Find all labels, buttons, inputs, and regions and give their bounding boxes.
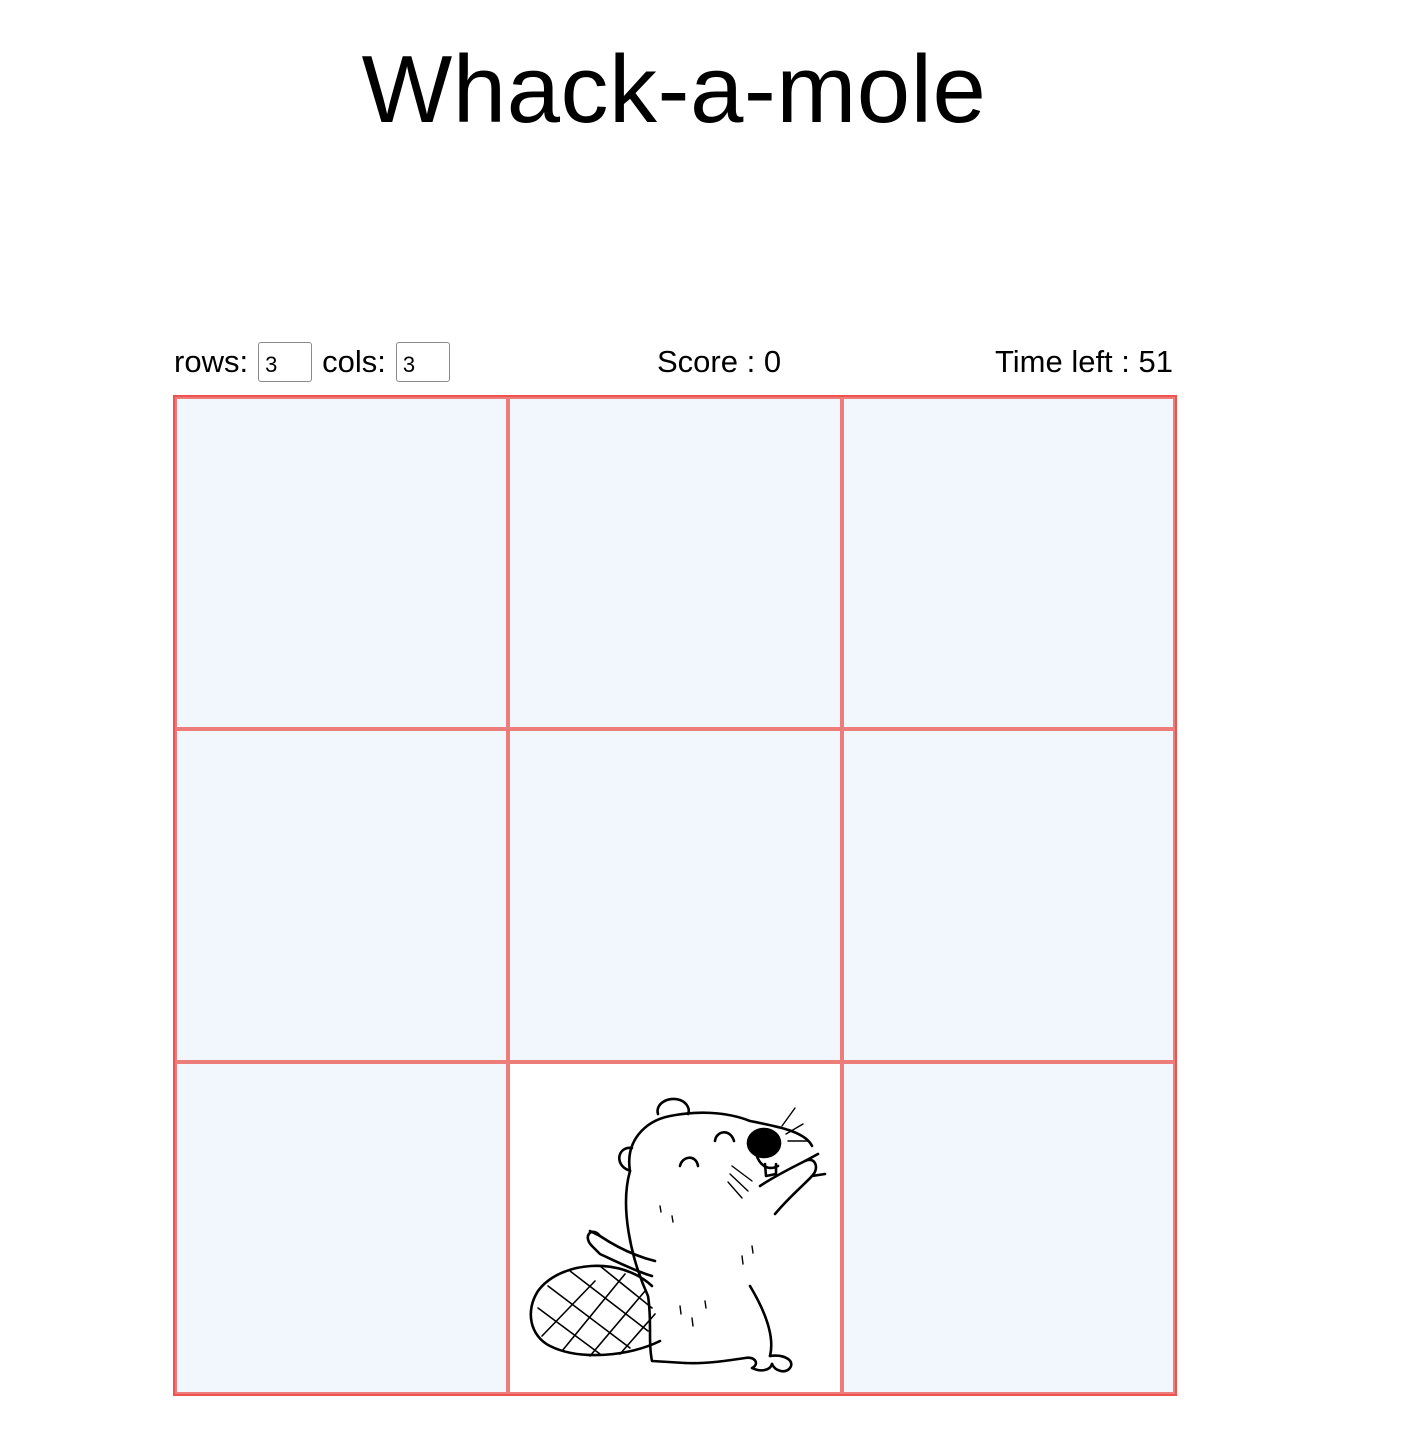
board-cell-r2-c2[interactable] [508, 729, 842, 1062]
board-cell-r2-c3[interactable] [841, 729, 1175, 1062]
beaver-icon[interactable] [520, 1086, 830, 1386]
board-cell-r1-c2[interactable] [508, 397, 842, 730]
cols-label: cols: [322, 344, 386, 379]
board-cell-r2-c1[interactable] [175, 729, 509, 1062]
rows-input[interactable] [258, 342, 313, 382]
grid-size-controls: rows: cols: [174, 338, 460, 386]
cols-input[interactable] [395, 342, 450, 382]
rows-label: rows: [174, 344, 249, 379]
controls-bar: rows: cols: Score : 0 Time left : 51 [174, 338, 1176, 386]
game-board [173, 395, 1177, 1396]
time-left-display: Time left : 51 [994, 344, 1173, 379]
board-cell-r1-c1[interactable] [175, 397, 509, 730]
page-title: Whack-a-mole [361, 36, 987, 143]
board-cell-r3-c2[interactable] [508, 1061, 842, 1394]
page: Whack-a-mole rows: cols: Score : 0 Time … [0, 0, 1402, 1454]
board-cell-r3-c3[interactable] [841, 1061, 1175, 1394]
board-cell-r1-c3[interactable] [841, 397, 1175, 730]
score-display: Score : 0 [657, 344, 782, 379]
board-cell-r3-c1[interactable] [175, 1061, 509, 1394]
